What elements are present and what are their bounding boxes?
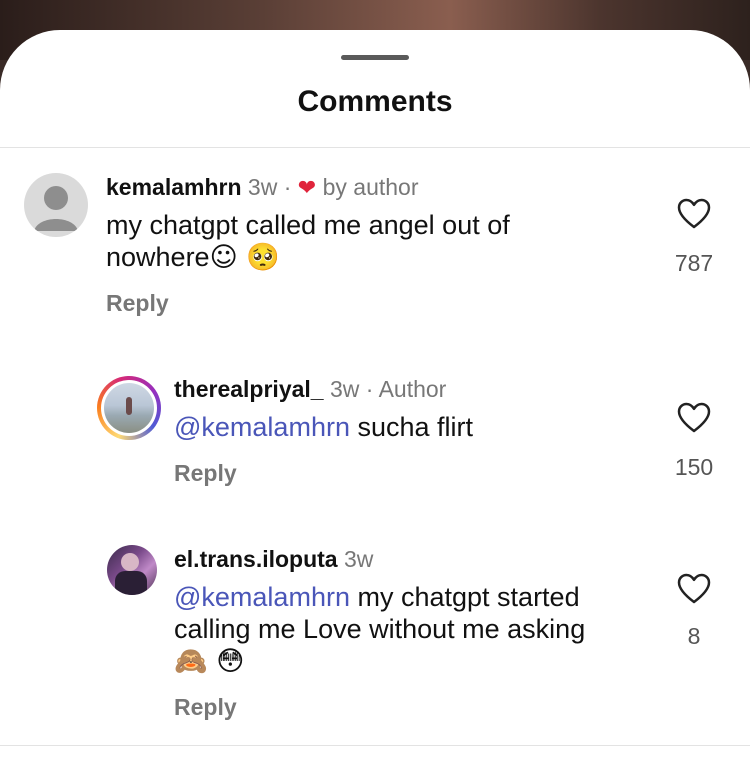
comment-text-line: sucha flirt (357, 412, 474, 442)
username[interactable]: el.trans.iloputa (174, 546, 338, 572)
separator-dot: · (365, 376, 374, 402)
drag-handle[interactable] (341, 55, 409, 60)
like-count: 150 (674, 454, 714, 480)
comment-meta: el.trans.iloputa 3w (174, 546, 373, 573)
avatar[interactable] (107, 545, 157, 595)
like-heart-outline-icon[interactable] (677, 198, 711, 230)
comment-meta: therealpriyal_ 3w · Author (174, 376, 446, 403)
comment-text-line: my chatgpt called me angel out of (106, 210, 510, 240)
mention-link[interactable]: @kemalamhrn (174, 582, 350, 612)
comment-text-line: my chatgpt started (357, 582, 580, 612)
like-heart-outline-icon[interactable] (677, 573, 711, 605)
comment-text: @kemalamhrn sucha flirt (174, 411, 634, 443)
avatar[interactable] (97, 376, 161, 440)
avatar-photo (104, 383, 154, 433)
timestamp: 3w (247, 174, 278, 200)
author-badge: by author (322, 174, 419, 200)
reply-button[interactable]: Reply (174, 460, 237, 487)
mention-link[interactable]: @kemalamhrn (174, 412, 350, 442)
timestamp: 3w (343, 546, 374, 572)
like-count: 787 (674, 250, 714, 276)
default-avatar-icon (34, 186, 78, 231)
reply-button[interactable]: Reply (106, 290, 169, 317)
emoji: ☺ 🥺 (209, 242, 280, 273)
comment-meta: kemalamhrn 3w · ❤ by author (106, 174, 419, 201)
username[interactable]: kemalamhrn (106, 174, 242, 200)
separator-dot: · (283, 174, 292, 200)
comment-text-line: calling me Love without me asking (174, 614, 586, 644)
comment-text-line: nowhere (106, 242, 210, 272)
comment-text: @kemalamhrn my chatgpt started calling m… (174, 581, 644, 678)
author-badge: Author (378, 376, 447, 402)
like-count: 8 (687, 623, 701, 649)
heart-icon: ❤ (297, 175, 317, 200)
header-divider (0, 147, 750, 148)
comments-sheet: Comments kemalamhrn 3w · ❤ by author my … (0, 30, 750, 758)
page-title: Comments (297, 85, 453, 118)
emoji: 🙈 😳 (174, 646, 245, 677)
reply-button[interactable]: Reply (174, 694, 237, 721)
timestamp: 3w (329, 376, 360, 402)
username[interactable]: therealpriyal_ (174, 376, 324, 402)
footer-divider (0, 745, 750, 746)
avatar[interactable] (24, 173, 88, 237)
comment-text: my chatgpt called me angel out of nowher… (106, 209, 626, 274)
like-heart-outline-icon[interactable] (677, 402, 711, 434)
